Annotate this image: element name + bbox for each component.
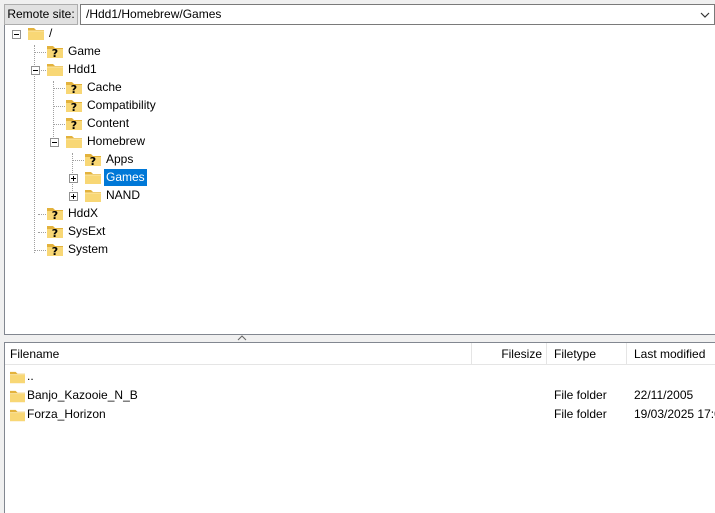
tree-item-label: System bbox=[68, 242, 109, 256]
tree-item-system[interactable]: System bbox=[5, 241, 125, 259]
file-type: File folder bbox=[554, 388, 607, 402]
tree-item-label: Hdd1 bbox=[68, 62, 97, 76]
tree-item-label: Game bbox=[68, 44, 101, 58]
file-type: File folder bbox=[554, 407, 607, 421]
tree-item-hddx[interactable]: HddX bbox=[5, 205, 125, 223]
tree-item-label: Homebrew bbox=[87, 134, 146, 148]
tree-item-label: Cache bbox=[87, 80, 122, 94]
folder-icon bbox=[84, 187, 102, 203]
column-header-last-modified[interactable]: Last modified bbox=[627, 343, 715, 365]
unknown-folder-icon bbox=[65, 79, 83, 95]
file-name: Banjo_Kazooie_N_B bbox=[27, 388, 138, 402]
unknown-folder-icon bbox=[65, 115, 83, 131]
tree-item-label: HddX bbox=[68, 206, 99, 220]
remote-site-bar: Remote site: /Hdd1/Homebrew/Games bbox=[0, 0, 715, 28]
column-header-filename[interactable]: Filename bbox=[5, 343, 472, 365]
remote-directory-tree[interactable]: / Game Hdd1 Cache Compatibility Content … bbox=[4, 25, 715, 335]
unknown-folder-icon bbox=[46, 205, 64, 221]
folder-icon bbox=[46, 61, 64, 77]
folder-icon bbox=[9, 369, 26, 384]
column-header-filetype[interactable]: Filetype bbox=[547, 343, 627, 365]
chevron-down-icon[interactable] bbox=[698, 6, 712, 23]
tree-item-content[interactable]: Content bbox=[5, 115, 145, 133]
remote-file-list[interactable]: Filename Filesize Filetype Last modified… bbox=[4, 342, 715, 513]
file-modified: 19/03/2025 17:0 bbox=[634, 407, 715, 421]
tree-item-label-selected: Games bbox=[104, 169, 147, 186]
tree-item-homebrew[interactable]: Homebrew bbox=[5, 133, 155, 151]
remote-path-value: /Hdd1/Homebrew/Games bbox=[86, 7, 222, 21]
folder-icon bbox=[27, 25, 45, 41]
folder-icon bbox=[9, 388, 26, 403]
tree-item-sysext[interactable]: SysExt bbox=[5, 223, 125, 241]
tree-item-nand[interactable]: NAND bbox=[5, 187, 155, 205]
column-header-filesize[interactable]: Filesize bbox=[472, 343, 547, 365]
tree-item-label: SysExt bbox=[68, 224, 106, 238]
unknown-folder-icon bbox=[84, 151, 102, 167]
tree-item-label: Compatibility bbox=[87, 98, 156, 112]
tree-item-games[interactable]: Games bbox=[5, 169, 155, 187]
file-name: Forza_Horizon bbox=[27, 407, 106, 421]
tree-item-label: / bbox=[49, 26, 53, 40]
tree-item-hdd1[interactable]: Hdd1 bbox=[5, 61, 125, 79]
folder-icon bbox=[9, 407, 26, 422]
tree-item-label: Content bbox=[87, 116, 130, 130]
tree-item-apps[interactable]: Apps bbox=[5, 151, 145, 169]
chevron-up-icon bbox=[237, 335, 247, 341]
remote-path-input[interactable]: /Hdd1/Homebrew/Games bbox=[80, 4, 715, 25]
tree-item-label: NAND bbox=[106, 188, 141, 202]
file-row-parent[interactable]: .. bbox=[5, 367, 715, 386]
unknown-folder-icon bbox=[46, 223, 64, 239]
tree-item-game[interactable]: Game bbox=[5, 43, 125, 61]
pane-splitter[interactable] bbox=[4, 335, 715, 342]
unknown-folder-icon bbox=[65, 97, 83, 113]
file-row[interactable]: Forza_Horizon File folder 19/03/2025 17:… bbox=[5, 405, 715, 424]
unknown-folder-icon bbox=[46, 43, 64, 59]
file-name: .. bbox=[27, 369, 34, 383]
tree-item-compatibility[interactable]: Compatibility bbox=[5, 97, 175, 115]
file-list-header: Filename Filesize Filetype Last modified bbox=[5, 343, 715, 365]
file-modified: 22/11/2005 bbox=[634, 388, 694, 402]
folder-icon bbox=[65, 133, 83, 149]
remote-site-label: Remote site: bbox=[4, 4, 78, 25]
tree-item-cache[interactable]: Cache bbox=[5, 79, 145, 97]
file-row[interactable]: Banjo_Kazooie_N_B File folder 22/11/2005 bbox=[5, 386, 715, 405]
tree-item-root[interactable]: / bbox=[5, 25, 105, 43]
tree-item-label: Apps bbox=[106, 152, 134, 166]
folder-icon bbox=[84, 169, 102, 185]
unknown-folder-icon bbox=[46, 241, 64, 257]
